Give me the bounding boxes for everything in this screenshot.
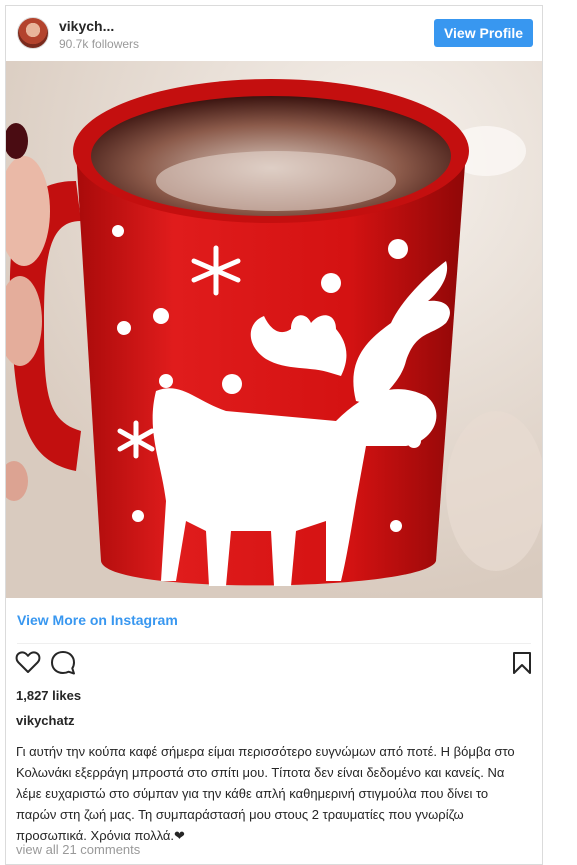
caption-text: Γι αυτήν την κούπα καφέ σήμερα είμαι περ… [16,744,515,843]
like-count[interactable]: 1,827 likes [16,688,81,703]
divider [17,643,531,644]
heart-icon[interactable] [15,650,41,679]
bookmark-icon[interactable] [512,651,532,680]
follower-count: 90.7k followers [59,37,140,51]
view-more-link[interactable]: View More on Instagram [17,612,178,628]
view-profile-button[interactable]: View Profile [434,19,533,47]
post-photo[interactable] [6,61,542,598]
username[interactable]: vikych... [59,18,114,34]
post-header: vikych... 90.7k followers View Profile [6,6,542,61]
view-comments-link[interactable]: view all 21 comments [16,842,140,857]
instagram-embed-card: vikych... 90.7k followers View Profile V… [5,5,543,865]
caption-username[interactable]: vikychatz [16,713,75,728]
avatar[interactable] [17,17,49,49]
comment-icon[interactable] [50,650,76,681]
